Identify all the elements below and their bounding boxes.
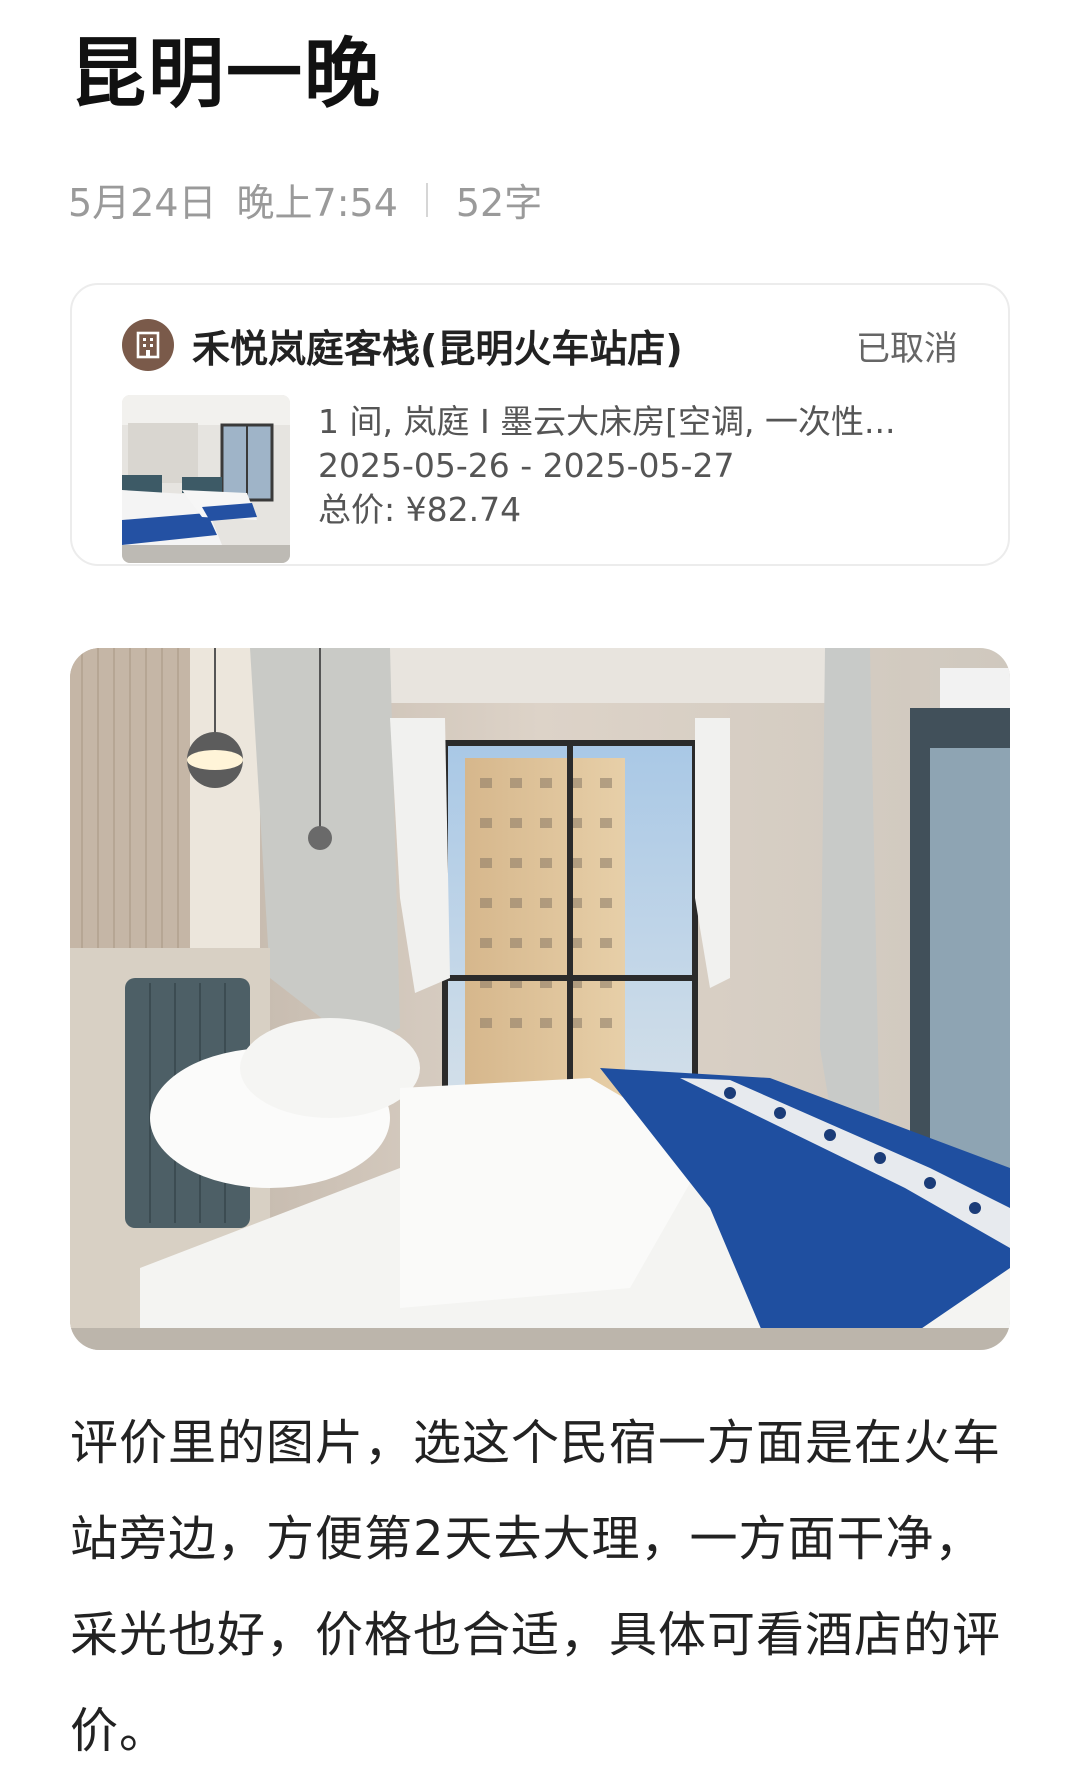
room-description: 1 间, 岚庭 I 墨云大床房[空调, 一次性... (318, 402, 896, 441)
building-icon (122, 319, 174, 371)
hotel-name[interactable]: 禾悦岚庭客栈(昆明火车站店) (192, 318, 683, 373)
note-date: 5月24日 (68, 181, 217, 225)
meta-divider (425, 182, 428, 217)
note-time: 晚上7:54 (236, 181, 398, 225)
hotel-order-card[interactable]: 禾悦岚庭客栈(昆明火车站店) 已取消 1 间, 岚庭 I 墨云大床房[空调, 一… (70, 283, 1010, 566)
total-price: 总价: ¥82.74 (318, 490, 522, 529)
stay-dates: 2025-05-26 - 2025-05-27 (318, 446, 735, 485)
note-title: 昆明一晚 (70, 29, 382, 118)
room-thumbnail[interactable] (122, 395, 290, 563)
order-status: 已取消 (856, 328, 958, 369)
note-meta: 5月24日 晚上7:54 52字 (68, 172, 542, 227)
note-body-text: 评价里的图片，选这个民宿一方面是在火车站旁边，方便第2天去大理，一方面干净，采光… (70, 1415, 1002, 1759)
word-count: 52字 (455, 181, 543, 225)
order-details: 1 间, 岚庭 I 墨云大床房[空调, 一次性... 2025-05-26 - … (318, 400, 908, 532)
card-header: 禾悦岚庭客栈(昆明火车站店) 已取消 (122, 315, 958, 375)
hotel-room-photo[interactable] (70, 648, 1010, 1350)
